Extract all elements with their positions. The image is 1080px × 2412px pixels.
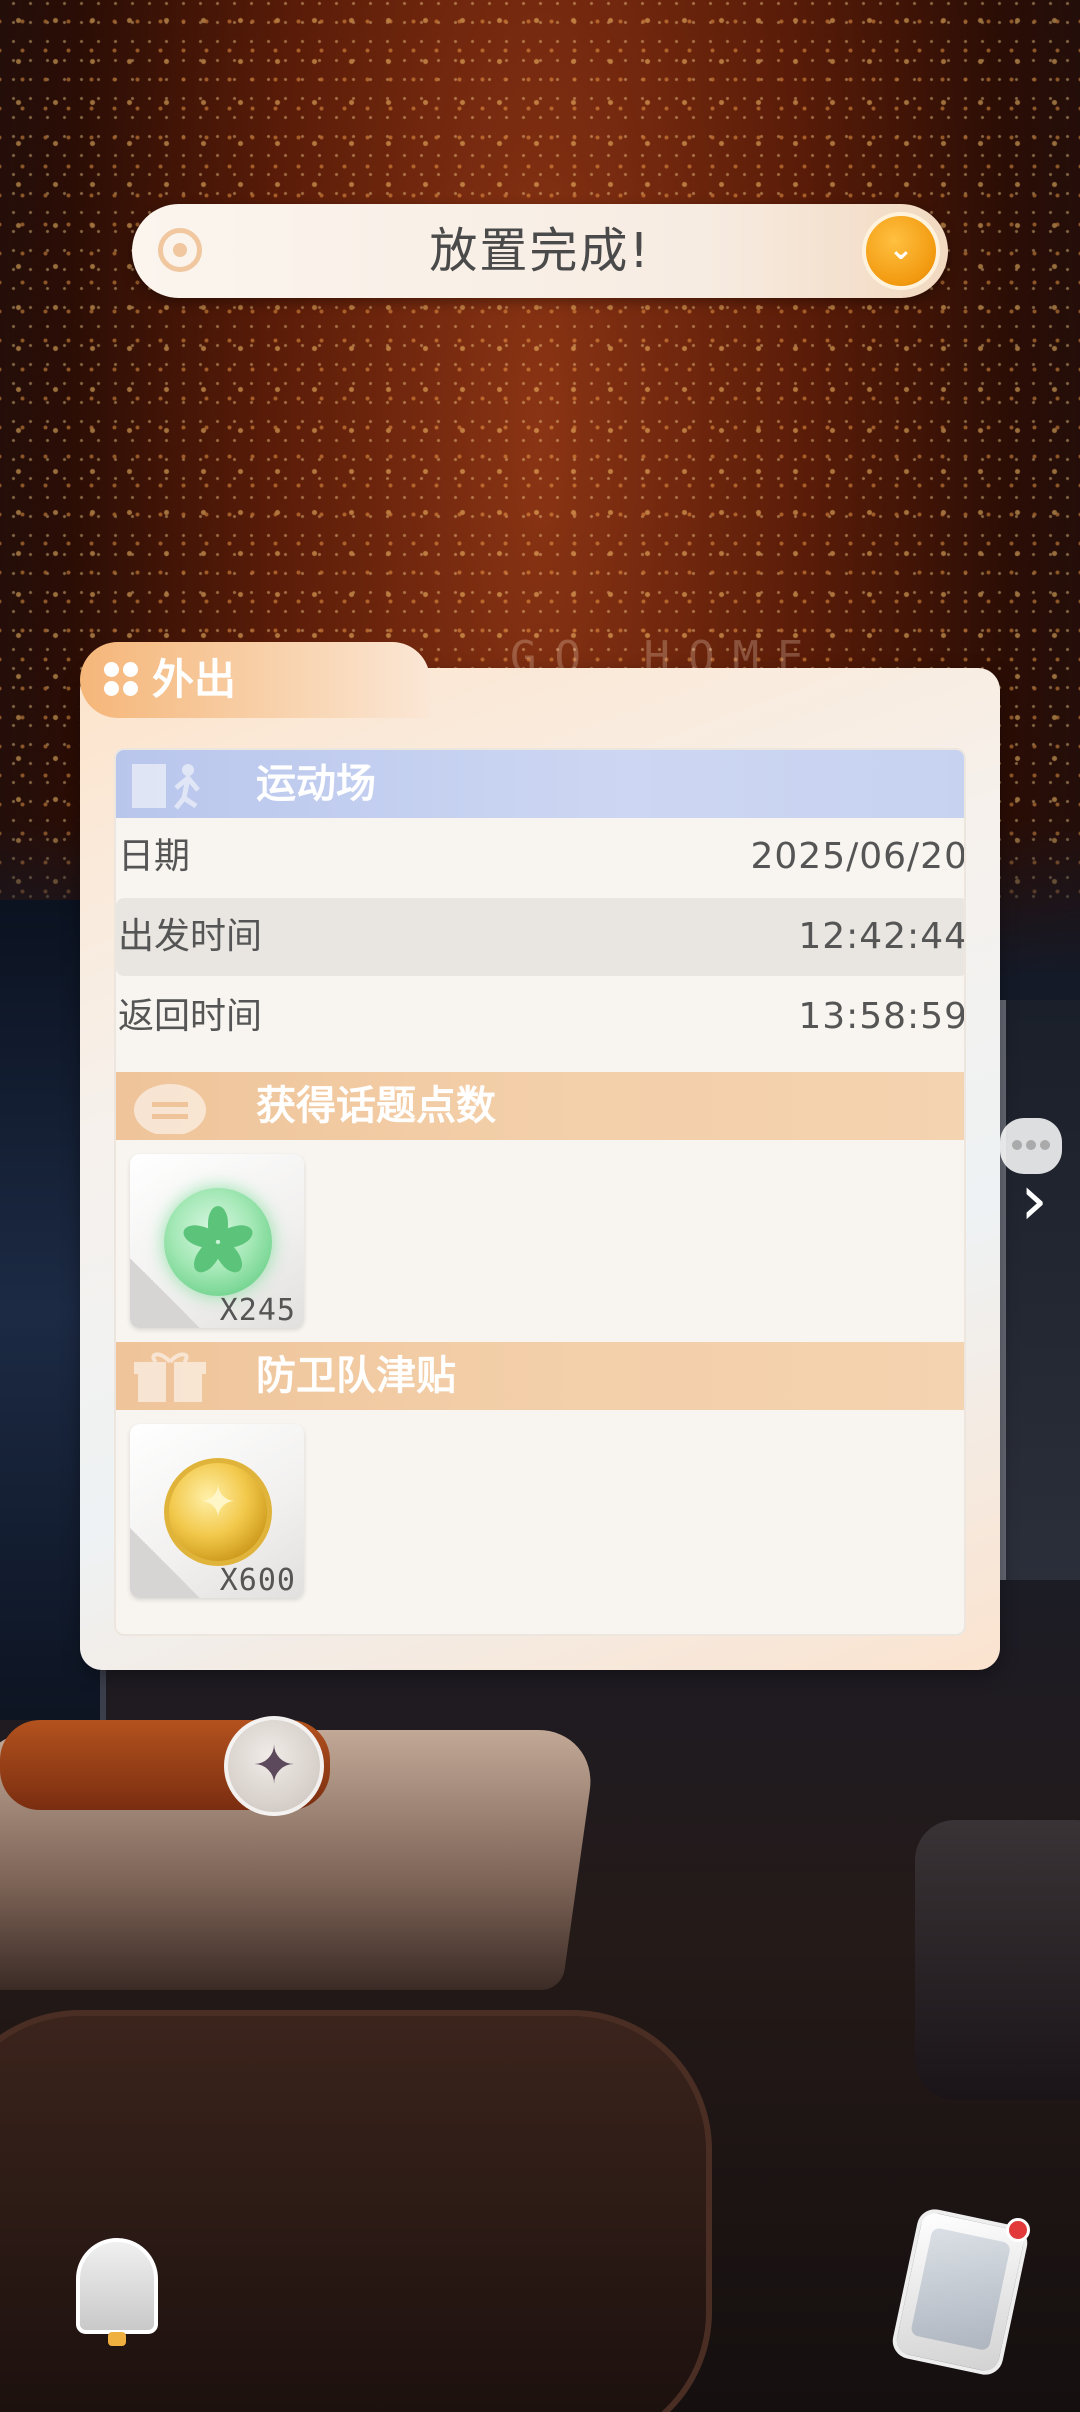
depart-row: 出发时间 12:42:44	[116, 898, 966, 976]
tab-outing[interactable]: 外出	[80, 642, 430, 718]
clover-token-icon	[164, 1188, 272, 1296]
bell-button[interactable]	[62, 2228, 172, 2358]
room-scene: GO HOME 放置完成! ⌄ 外出 运动场 日期 2025/06/20 出发时…	[0, 0, 1080, 2412]
date-value: 2025/06/20	[750, 836, 966, 877]
location-title: 运动场	[256, 761, 376, 807]
bell-clapper	[108, 2332, 126, 2346]
date-label: 日期	[118, 836, 191, 877]
tab-label: 外出	[152, 655, 237, 704]
placement-toast: 放置完成! ⌄	[132, 204, 948, 298]
depart-value: 12:42:44	[798, 916, 966, 957]
chair	[915, 1820, 1080, 2100]
gift-box-icon	[134, 1352, 206, 1402]
right-screen	[1000, 1000, 1080, 1580]
allowance-header: 防卫队津贴	[116, 1342, 964, 1410]
allowance-title: 防卫队津贴	[256, 1353, 456, 1399]
double-chevron-down-icon: ⌄	[888, 232, 914, 267]
running-exit-icon	[132, 764, 200, 810]
allowance-item[interactable]: X600	[130, 1424, 304, 1598]
chevron-right-icon[interactable]: ›	[1004, 1160, 1064, 1240]
topic-points-count: X245	[219, 1293, 296, 1328]
toast-message: 放置完成!	[429, 223, 651, 279]
return-value: 13:58:59	[798, 996, 966, 1037]
topic-points-header: 获得话题点数	[116, 1072, 964, 1140]
compass-button[interactable]: ✦	[224, 1716, 324, 1816]
compass-star-icon: ✦	[252, 1736, 296, 1796]
bell-icon	[76, 2238, 158, 2334]
outing-details: 运动场 日期 2025/06/20 出发时间 12:42:44 返回时间 13:…	[114, 748, 966, 1636]
date-row: 日期 2025/06/20	[116, 818, 966, 896]
topic-points-title: 获得话题点数	[256, 1083, 496, 1129]
location-header: 运动场	[116, 750, 964, 818]
return-row: 返回时间 13:58:59	[116, 978, 966, 1056]
notification-badge	[1006, 2218, 1030, 2242]
depart-label: 出发时间	[118, 916, 263, 957]
topic-points-item[interactable]: X245	[130, 1154, 304, 1328]
gold-coin-icon	[164, 1458, 272, 1566]
collapse-button[interactable]: ⌄	[862, 212, 940, 290]
chat-bubble-icon	[134, 1084, 206, 1134]
phone-icon	[910, 2226, 1012, 2352]
four-dots-icon	[104, 662, 140, 698]
return-label: 返回时间	[118, 996, 263, 1037]
allowance-count: X600	[219, 1563, 296, 1598]
